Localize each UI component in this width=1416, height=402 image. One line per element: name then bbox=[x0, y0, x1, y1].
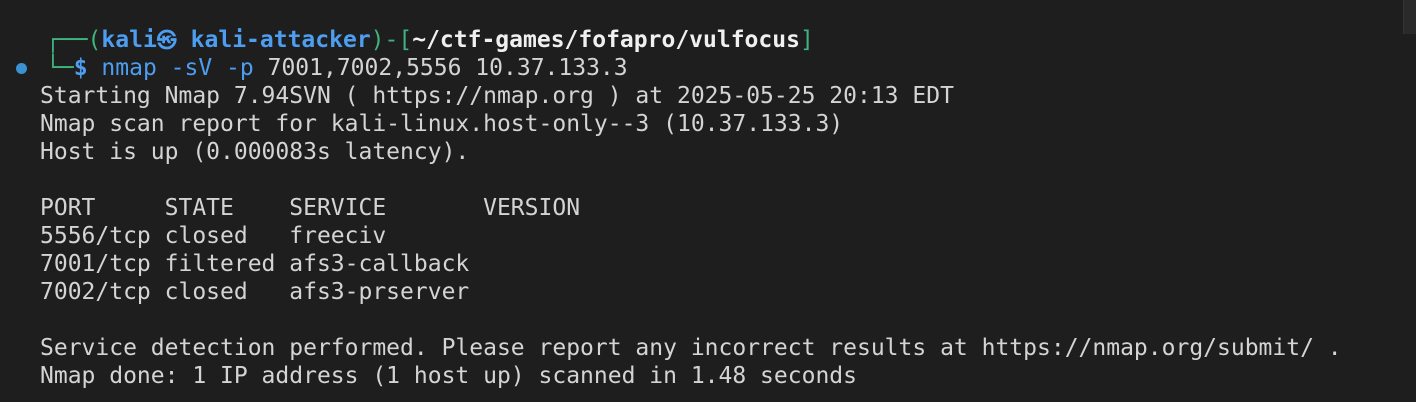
port-table-header: PORT STATE SERVICE VERSION bbox=[40, 195, 581, 221]
command-status-marker-icon[interactable] bbox=[16, 63, 27, 74]
port-table-row: 7001/tcp filtered afs3-callback bbox=[40, 251, 470, 277]
port-table-row: 7002/tcp closed afs3-prserver bbox=[40, 279, 470, 305]
prompt-bracket-close: ] bbox=[799, 27, 814, 53]
output-start-line: Starting Nmap 7.94SVN ( https://nmap.org… bbox=[40, 83, 954, 109]
output-service-detection-line: Service detection performed. Please repo… bbox=[40, 335, 1342, 361]
command-args: -sV -p bbox=[156, 55, 268, 81]
prompt-paren-close: )-[ bbox=[370, 27, 413, 53]
command-line: └─$ nmap -sV -p 7001,7002,5556 10.37.133… bbox=[0, 54, 1416, 82]
prompt-host-space bbox=[177, 27, 191, 53]
prompt-header-line: ┌──(kali㉿ kali-attacker)-[~/ctf-games/fo… bbox=[0, 26, 1416, 54]
prompt-user: kali bbox=[101, 27, 157, 53]
port-table-row: 5556/tcp closed freeciv bbox=[40, 223, 387, 249]
prompt-dollar: $ bbox=[73, 55, 88, 81]
output-done-line: Nmap done: 1 IP address (1 host up) scan… bbox=[40, 363, 857, 389]
output-host-up-line: Host is up (0.000083s latency). bbox=[40, 139, 470, 165]
output-report-line: Nmap scan report for kali-linux.host-onl… bbox=[40, 111, 844, 137]
kali-icon: ㉿ bbox=[156, 28, 177, 52]
prompt-box-bottom: └─ bbox=[46, 55, 74, 81]
prompt-path: ~/ctf-games/fofapro/vulfocus bbox=[412, 27, 800, 53]
command-targets: 7001,7002,5556 10.37.133.3 bbox=[267, 55, 628, 81]
cmd-space bbox=[88, 55, 102, 81]
terminal-panel[interactable]: ┌──(kali㉿ kali-attacker)-[~/ctf-games/fo… bbox=[0, 0, 1416, 402]
prompt-box-top: ┌── bbox=[46, 27, 88, 53]
prompt-host: kali-attacker bbox=[190, 27, 371, 53]
command-name: nmap bbox=[101, 55, 157, 81]
prompt-paren-open: ( bbox=[87, 27, 102, 53]
